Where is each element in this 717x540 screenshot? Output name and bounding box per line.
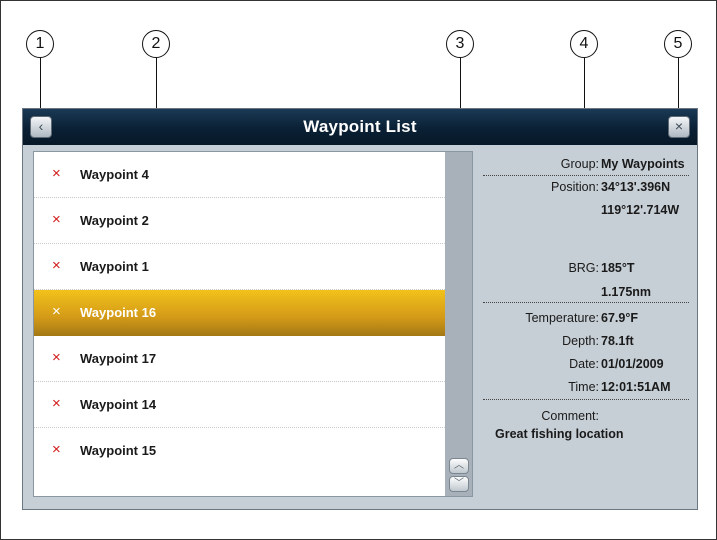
- list-item-waypoint-16-selected[interactable]: × Waypoint 16: [34, 290, 445, 336]
- temperature-value: 67.9°F: [601, 311, 638, 325]
- date-label: Date:: [569, 357, 599, 371]
- waypoint-marker-icon: ×: [52, 441, 61, 458]
- position-longitude: 119°12'.714W: [601, 203, 680, 217]
- waypoint-marker-icon: ×: [52, 303, 61, 320]
- close-button[interactable]: ×: [668, 116, 690, 138]
- list-item-waypoint-1[interactable]: × Waypoint 1: [34, 244, 445, 290]
- group-value: My Waypoints: [601, 157, 685, 171]
- callout-1: 1: [26, 30, 54, 58]
- list-item-waypoint-14[interactable]: × Waypoint 14: [34, 382, 445, 428]
- depth-label: Depth:: [562, 334, 599, 348]
- list-item-waypoint-4[interactable]: × Waypoint 4: [34, 152, 445, 198]
- callout-3: 3: [446, 30, 474, 58]
- waypoint-marker-icon: ×: [52, 257, 61, 274]
- brg-value: 185°T: [601, 261, 635, 275]
- list-item-waypoint-17[interactable]: × Waypoint 17: [34, 336, 445, 382]
- depth-value: 78.1ft: [601, 334, 634, 348]
- divider: [483, 399, 689, 400]
- waypoint-name: Waypoint 17: [80, 351, 157, 366]
- title-bar: ‹ Waypoint List ×: [23, 109, 697, 145]
- divider: [483, 175, 689, 176]
- callout-2: 2: [142, 30, 170, 58]
- close-icon: ×: [674, 118, 684, 134]
- distance-value: 1.175nm: [601, 285, 652, 299]
- waypoint-name: Waypoint 14: [80, 397, 157, 412]
- waypoint-list-screen: ‹ Waypoint List × × Waypoint 4 × Waypoin…: [22, 108, 698, 510]
- comment-label: Comment:: [541, 409, 599, 423]
- waypoint-name: Waypoint 4: [80, 167, 149, 182]
- waypoint-marker-icon: ×: [52, 165, 61, 182]
- comment-value: Great fishing location: [495, 427, 624, 441]
- scrollbar[interactable]: ︿ ﹀: [445, 152, 472, 496]
- waypoint-name: Waypoint 15: [80, 443, 157, 458]
- chevron-down-icon: ﹀: [454, 478, 464, 489]
- list-item-waypoint-15[interactable]: × Waypoint 15: [34, 428, 445, 474]
- chevron-up-icon: ︿: [454, 460, 464, 471]
- scroll-down-button[interactable]: ﹀: [449, 476, 469, 492]
- scroll-up-button[interactable]: ︿: [449, 458, 469, 474]
- page-title: Waypoint List: [303, 117, 417, 136]
- waypoint-marker-icon: ×: [52, 211, 61, 228]
- temperature-label: Temperature:: [525, 311, 599, 325]
- brg-label: BRG:: [568, 261, 599, 275]
- waypoint-name: Waypoint 1: [80, 259, 149, 274]
- callout-5: 5: [664, 30, 692, 58]
- callout-4: 4: [570, 30, 598, 58]
- position-label: Position:: [551, 180, 599, 194]
- group-label: Group:: [560, 157, 599, 171]
- date-value: 01/01/2009: [601, 357, 664, 371]
- waypoint-list: × Waypoint 4 × Waypoint 2 × Waypoint 1 ×…: [33, 151, 473, 497]
- waypoint-name: Waypoint 16: [80, 305, 157, 320]
- waypoint-marker-icon: ×: [52, 349, 61, 366]
- divider: [483, 302, 689, 303]
- waypoint-name: Waypoint 2: [80, 213, 149, 228]
- position-latitude: 34°13'.396N: [601, 180, 671, 194]
- list-item-waypoint-2[interactable]: × Waypoint 2: [34, 198, 445, 244]
- time-label: Time:: [568, 380, 599, 394]
- waypoint-marker-icon: ×: [52, 395, 61, 412]
- time-value: 12:01:51AM: [601, 380, 671, 394]
